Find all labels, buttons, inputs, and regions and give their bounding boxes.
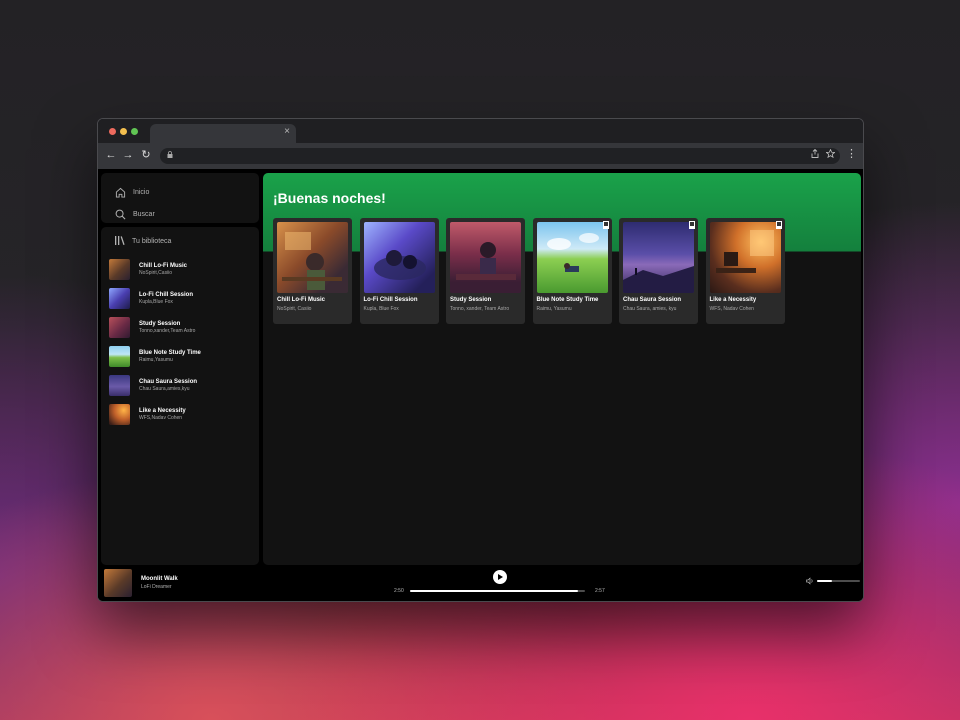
close-window-button[interactable]: [109, 128, 116, 135]
total-time: 2:57: [595, 588, 605, 594]
library-item-subtitle: Tonno,xander,Team Astro: [139, 328, 196, 334]
card-subtitle: NoSpirit, Casiio: [277, 306, 312, 312]
progress-bar[interactable]: [410, 590, 585, 592]
library-item-title: Lo-Fi Chill Session: [139, 292, 194, 298]
playlist-cover: [109, 346, 130, 367]
library-header[interactable]: Tu biblioteca: [114, 235, 171, 247]
playlist-card[interactable]: Lo-Fi Chill Session Kupla, Blue Fox: [359, 218, 439, 324]
nav-home[interactable]: Inicio: [114, 185, 149, 199]
library-list: Chill Lo-Fi Music NoSpirit,Casiio Lo-Fi C…: [109, 255, 254, 429]
playlist-cover: [109, 404, 130, 425]
library-item-subtitle: NoSpirit,Casiio: [139, 270, 173, 276]
library-item[interactable]: Study Session Tonno,xander,Team Astro: [109, 313, 254, 342]
browser-tab[interactable]: ×: [150, 124, 296, 143]
browser-window: × ← → ↻ ⋮ Inicio Buscar Tu biblioteca Ch…: [97, 118, 864, 602]
card-title: Blue Note Study Time: [536, 297, 599, 303]
playlist-cover: [450, 222, 521, 293]
side-navigation: Inicio Buscar: [101, 173, 259, 223]
card-subtitle: Raimu, Yasumu: [536, 306, 572, 312]
library-item-title: Like a Necessity: [139, 408, 186, 414]
library-item-subtitle: Raimu,Yasumu: [139, 357, 173, 363]
browser-toolbar: ← → ↻ ⋮: [98, 143, 863, 169]
current-time: 2:50: [394, 588, 404, 594]
nav-search[interactable]: Buscar: [114, 207, 155, 221]
greeting-heading: ¡Buenas noches!: [273, 190, 386, 206]
library-item-title: Blue Note Study Time: [139, 350, 201, 356]
bookmark-icon: [775, 221, 782, 229]
library-item-subtitle: WFS,Nadav Cohen: [139, 415, 183, 421]
card-title: Like a Necessity: [709, 297, 757, 303]
library-item-title: Chill Lo-Fi Music: [139, 263, 187, 269]
back-icon[interactable]: ←: [104, 148, 118, 162]
playlist-card[interactable]: Chau Saura Session Chau Saura, amies, ky…: [619, 218, 698, 324]
library-item[interactable]: Like a Necessity WFS,Nadav Cohen: [109, 400, 254, 429]
library-icon: [114, 235, 126, 247]
nav-home-label: Inicio: [133, 188, 150, 196]
playlist-card[interactable]: Blue Note Study Time Raimu, Yasumu: [532, 218, 612, 324]
card-subtitle: WFS, Nadav Cohen: [709, 306, 754, 312]
nav-search-label: Buscar: [133, 210, 155, 218]
library-item[interactable]: Chill Lo-Fi Music NoSpirit,Casiio: [109, 255, 254, 284]
library-item[interactable]: Lo-Fi Chill Session Kupla,Blue Fox: [109, 284, 254, 313]
maximize-window-button[interactable]: [131, 128, 138, 135]
spotify-app: Inicio Buscar Tu biblioteca Chill Lo-Fi …: [98, 169, 863, 601]
minimize-window-button[interactable]: [120, 128, 127, 135]
library-item-title: Study Session: [139, 321, 181, 327]
volume-fill: [817, 580, 833, 582]
library-item-subtitle: Kupla,Blue Fox: [139, 299, 173, 305]
playlist-cover: [109, 375, 130, 396]
volume-slider[interactable]: [817, 580, 860, 582]
card-title: Chill Lo-Fi Music: [277, 297, 325, 303]
playlist-cover: [109, 259, 130, 280]
volume-icon[interactable]: [806, 577, 814, 587]
progress-fill: [410, 590, 578, 592]
library-panel: Tu biblioteca Chill Lo-Fi Music NoSpirit,…: [101, 227, 259, 565]
card-subtitle: Tonno, xander, Team Astro: [450, 306, 510, 312]
play-button[interactable]: [493, 570, 507, 584]
now-playing-cover: [104, 569, 132, 597]
more-menu-icon[interactable]: ⋮: [846, 147, 857, 161]
title-bar: ×: [98, 119, 863, 143]
playlist-cover: [363, 222, 435, 293]
playlist-cover: [109, 317, 130, 338]
share-icon[interactable]: [811, 148, 819, 160]
bookmark-star-icon[interactable]: [825, 148, 836, 160]
player-bar: Moonlit Walk LoFi Dreamer 2:50 2:57: [98, 567, 863, 601]
now-playing-title: Moonlit Walk: [141, 576, 178, 582]
card-title: Lo-Fi Chill Session: [363, 297, 418, 303]
address-bar[interactable]: [160, 148, 840, 164]
library-item[interactable]: Chau Saura Session Chau Saura,amies,kyu: [109, 371, 254, 400]
playlist-card[interactable]: Like a Necessity WFS, Nadav Cohen: [705, 218, 785, 324]
library-item-title: Chau Saura Session: [139, 379, 198, 385]
card-title: Study Session: [450, 297, 492, 303]
library-item-subtitle: Chau Saura,amies,kyu: [139, 386, 190, 392]
bookmark-icon: [689, 221, 695, 229]
home-icon: [114, 186, 126, 198]
card-subtitle: Kupla, Blue Fox: [363, 306, 399, 312]
now-playing-artist: LoFi Dreamer: [141, 584, 172, 590]
card-title: Chau Saura Session: [623, 297, 682, 303]
library-title: Tu biblioteca: [132, 237, 172, 245]
search-icon: [114, 208, 126, 220]
playlist-card-grid: Chill Lo-Fi Music NoSpirit, Casiio Lo-Fi…: [273, 218, 792, 324]
forward-icon[interactable]: →: [121, 148, 135, 162]
reload-icon[interactable]: ↻: [139, 148, 153, 162]
playlist-cover: [277, 222, 348, 293]
card-subtitle: Chau Saura, amies, kyu: [623, 306, 677, 312]
main-content: ¡Buenas noches! Chill Lo-Fi Music NoSpir…: [263, 173, 861, 565]
library-item[interactable]: Blue Note Study Time Raimu,Yasumu: [109, 342, 254, 371]
lock-icon: [167, 151, 173, 160]
playlist-cover: [623, 222, 694, 293]
playlist-cover: [109, 288, 130, 309]
bookmark-icon: [602, 221, 609, 229]
playlist-cover: [536, 222, 608, 293]
playlist-cover: [709, 222, 781, 293]
playlist-card[interactable]: Chill Lo-Fi Music NoSpirit, Casiio: [273, 218, 352, 324]
close-icon[interactable]: ×: [284, 127, 290, 137]
playlist-card[interactable]: Study Session Tonno, xander, Team Astro: [446, 218, 525, 324]
